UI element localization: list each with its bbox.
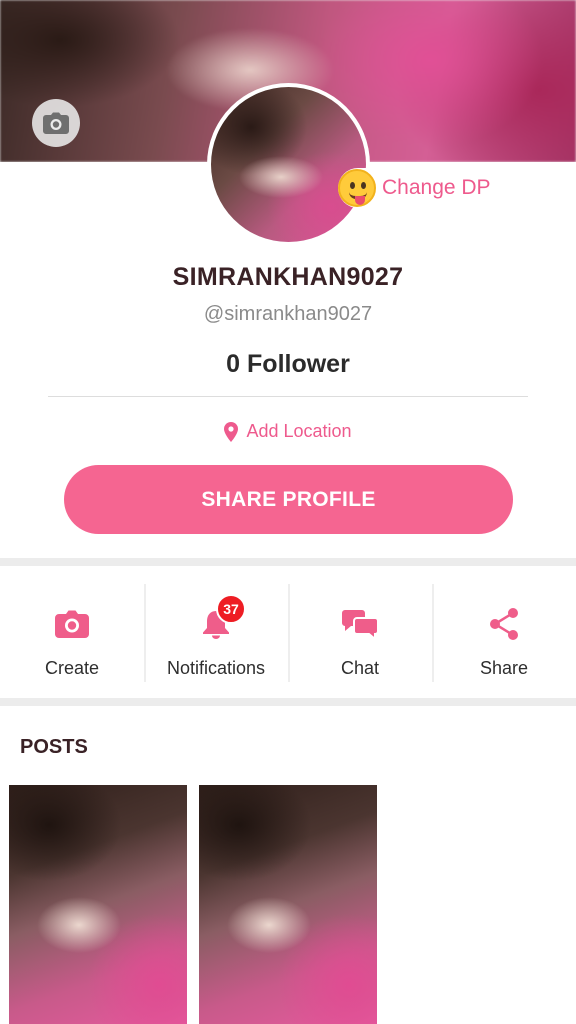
chat-icon (342, 610, 378, 640)
add-location-label: Add Location (246, 421, 352, 441)
posts-section: POSTS (0, 706, 576, 1024)
action-bar: Create 37 Notifications Chat Share (0, 566, 576, 698)
action-label: Share (479, 658, 529, 678)
action-label: Chat (340, 658, 380, 678)
create-button[interactable]: Create (0, 566, 144, 698)
notifications-button[interactable]: 37 Notifications (144, 566, 288, 698)
change-dp-label: Change DP (382, 176, 491, 199)
change-cover-button[interactable] (32, 99, 80, 147)
location-pin-icon (224, 421, 239, 442)
divider (48, 396, 528, 397)
camera-icon (43, 112, 69, 134)
follower-count[interactable]: 0 Follower (0, 350, 576, 379)
add-location-link[interactable]: Add Location (0, 421, 576, 442)
tongue-emoji-icon (338, 169, 376, 207)
chat-button[interactable]: Chat (288, 566, 432, 698)
action-label: Create (44, 658, 100, 678)
share-icon (490, 608, 518, 640)
change-dp-button[interactable]: Change DP (338, 168, 495, 208)
post-thumbnail[interactable] (199, 785, 377, 1024)
post-thumbnail[interactable] (9, 785, 187, 1024)
camera-icon (55, 610, 89, 638)
share-button[interactable]: Share (432, 566, 576, 698)
posts-heading: POSTS (20, 736, 88, 758)
avatar[interactable] (207, 83, 370, 246)
avatar-photo (211, 87, 366, 242)
profile-username: SIMRANKHAN9027 (172, 263, 404, 291)
share-profile-button[interactable]: SHARE PROFILE (64, 465, 513, 534)
notification-badge: 37 (216, 594, 246, 624)
profile-handle: @simrankhan9027 (203, 303, 373, 325)
action-label: Notifications (166, 658, 266, 678)
